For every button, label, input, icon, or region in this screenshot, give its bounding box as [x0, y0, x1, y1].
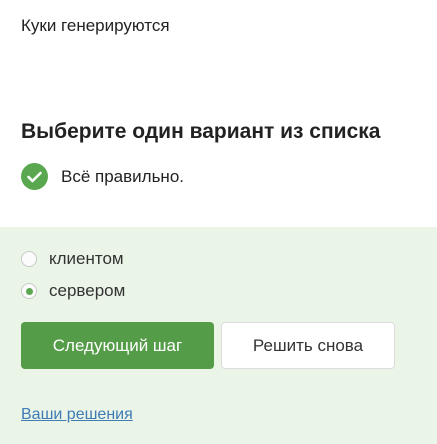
next-step-button[interactable]: Следующий шаг	[21, 322, 214, 369]
option-label: клиентом	[49, 249, 124, 268]
question-text: Куки генерируются	[21, 16, 170, 35]
option-server[interactable]: сервером	[21, 280, 125, 302]
result-status: Всё правильно.	[21, 163, 184, 190]
result-text: Всё правильно.	[61, 166, 185, 186]
check-circle-icon	[21, 163, 48, 190]
radio-dot	[25, 287, 33, 295]
option-label: сервером	[49, 281, 126, 300]
option-client[interactable]: клиентом	[21, 248, 124, 270]
task-title: Выберите один вариант из списка	[21, 120, 381, 143]
radio-checked[interactable]	[21, 283, 37, 299]
your-solutions-link[interactable]: Ваши решения	[21, 405, 133, 425]
solve-again-button[interactable]: Решить снова	[221, 322, 395, 369]
radio-unchecked[interactable]	[21, 251, 37, 267]
